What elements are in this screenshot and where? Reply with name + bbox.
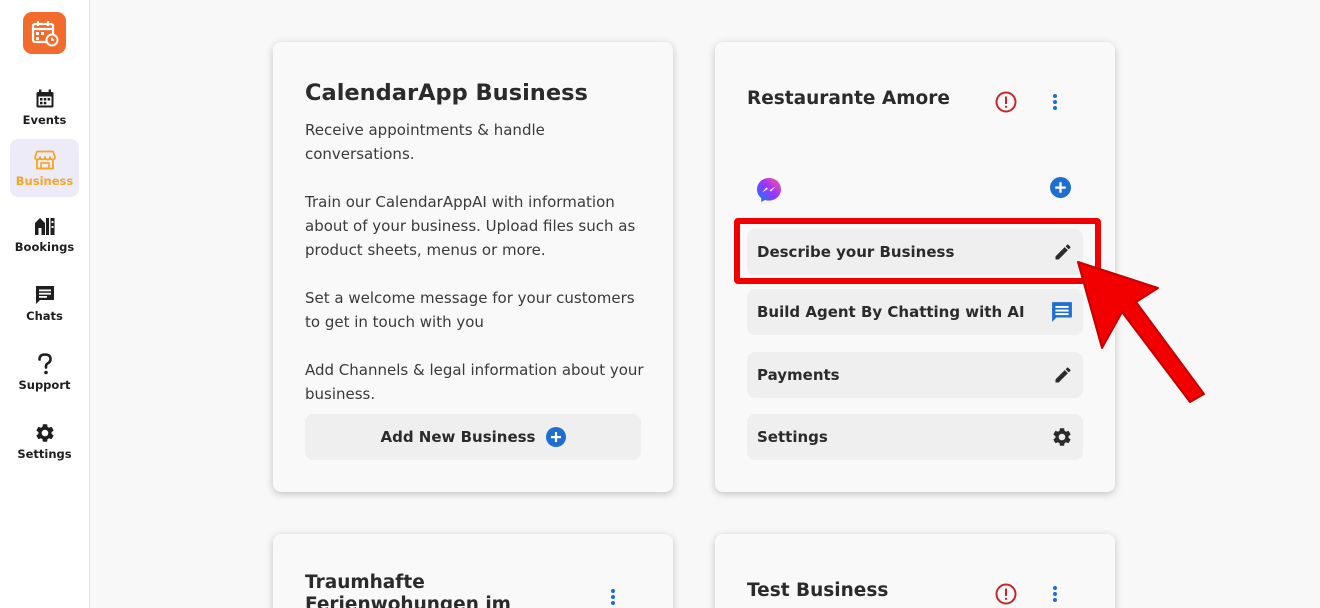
- intro-card: CalendarApp Business Receive appointment…: [273, 42, 673, 492]
- add-new-business-button[interactable]: Add New Business: [305, 414, 641, 460]
- nav-label-chats: Chats: [26, 308, 63, 323]
- intro-paragraph: Receive appointments & handle conversati…: [305, 121, 545, 163]
- gear-icon: [1053, 428, 1071, 446]
- intro-paragraph: Add Channels & legal information about y…: [305, 361, 644, 403]
- store-icon: [33, 149, 56, 171]
- nav-label-support: Support: [18, 377, 71, 392]
- nav-label-bookings: Bookings: [14, 239, 75, 254]
- nav-label-business: Business: [15, 173, 74, 188]
- business-card-title: Test Business: [747, 580, 889, 601]
- business-settings-label: Settings: [757, 428, 828, 446]
- nav-support[interactable]: Support: [10, 343, 79, 401]
- more-options-icon[interactable]: [1045, 583, 1065, 605]
- alert-icon[interactable]: [995, 91, 1017, 113]
- add-new-business-label: Add New Business: [380, 428, 536, 446]
- nav-settings[interactable]: Settings: [10, 412, 79, 470]
- business-card-title: Restaurante Amore: [747, 88, 950, 109]
- payments-button[interactable]: Payments: [747, 352, 1083, 398]
- more-options-icon[interactable]: [603, 586, 623, 608]
- nav-bookings[interactable]: Bookings: [10, 205, 79, 263]
- sidebar: Events Business Bookings Chats Support S…: [0, 0, 90, 608]
- intro-paragraph: Train our CalendarAppAI with information…: [305, 193, 636, 259]
- add-channel-icon[interactable]: [1050, 177, 1071, 198]
- question-icon: [34, 352, 56, 375]
- build-agent-button[interactable]: Build Agent By Chatting with AI: [747, 289, 1083, 335]
- nav-chats[interactable]: Chats: [10, 274, 79, 332]
- gear-icon: [34, 422, 56, 444]
- messenger-icon[interactable]: [756, 177, 782, 203]
- business-card-test: Test Business: [715, 534, 1115, 608]
- chat-icon: [34, 284, 56, 306]
- calendar-logo-icon: [31, 21, 58, 47]
- intro-card-description: Receive appointments & handle conversati…: [305, 118, 650, 430]
- alert-icon[interactable]: [995, 583, 1017, 605]
- business-card-title: Traumhafte Ferienwohungen im Bayrischen …: [305, 572, 511, 608]
- build-agent-label: Build Agent By Chatting with AI: [757, 303, 1025, 321]
- pencil-icon: [1055, 244, 1071, 260]
- describe-business-label: Describe your Business: [757, 243, 955, 261]
- intro-card-title: CalendarApp Business: [305, 80, 588, 106]
- business-card: Restaurante Amore Describe your Business…: [715, 42, 1115, 492]
- business-card-ferienwohnungen: Traumhafte Ferienwohungen im Bayrischen …: [273, 534, 673, 608]
- plus-circle-icon: [545, 427, 566, 447]
- nav-business[interactable]: Business: [10, 139, 79, 197]
- intro-paragraph: Set a welcome message for your customers…: [305, 289, 635, 331]
- calendar-icon: [34, 88, 56, 110]
- pencil-icon: [1055, 367, 1071, 383]
- more-options-icon[interactable]: [1045, 91, 1065, 113]
- building-icon: [34, 215, 56, 237]
- app-logo[interactable]: [23, 12, 66, 54]
- nav-events[interactable]: Events: [10, 78, 79, 136]
- business-settings-button[interactable]: Settings: [747, 414, 1083, 460]
- nav-label-events: Events: [22, 112, 67, 127]
- chat-icon: [1052, 302, 1072, 322]
- describe-business-button[interactable]: Describe your Business: [747, 229, 1083, 275]
- nav-label-settings: Settings: [17, 446, 72, 461]
- payments-label: Payments: [757, 366, 840, 384]
